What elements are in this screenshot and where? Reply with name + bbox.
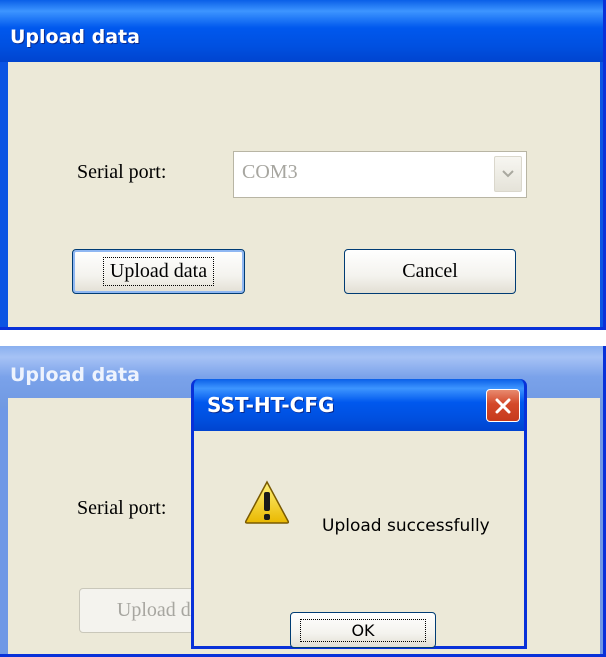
serial-port-select[interactable]: COM3	[233, 151, 527, 198]
title-bar[interactable]: Upload data	[0, 0, 603, 62]
upload-window: Upload data Serial port: COM3 Upload dat…	[0, 0, 606, 330]
message-box-body: Upload successfully OK	[194, 431, 524, 648]
close-button[interactable]	[486, 389, 520, 422]
serial-port-label: Serial port:	[77, 161, 167, 183]
message-box: SST-HT-CFG Upload successfully OK	[191, 379, 527, 649]
dropdown-arrow-button[interactable]	[494, 156, 522, 192]
upload-data-button[interactable]: Upload data	[72, 249, 245, 294]
close-icon	[495, 398, 511, 413]
chevron-down-icon	[502, 170, 514, 178]
ok-button[interactable]: OK	[290, 612, 436, 648]
window-title: Upload data	[10, 364, 140, 386]
upload-dialog-after: Upload data Serial port: Upload data SST…	[0, 346, 606, 657]
message-box-title-bar[interactable]: SST-HT-CFG	[194, 379, 524, 431]
cancel-button[interactable]: Cancel	[344, 249, 516, 294]
message-text: Upload successfully	[322, 516, 490, 536]
warning-icon	[244, 480, 290, 524]
upload-dialog-before: Upload data Serial port: COM3 Upload dat…	[0, 0, 606, 330]
serial-port-label: Serial port:	[77, 497, 167, 519]
serial-port-value: COM3	[242, 161, 298, 183]
window-title: Upload data	[10, 26, 140, 48]
message-box-title: SST-HT-CFG	[207, 393, 335, 417]
dialog-body: Serial port: COM3 Upload data Cancel	[8, 62, 600, 327]
upload-data-button-label: Upload data	[102, 257, 215, 286]
ok-button-label: OK	[300, 618, 426, 642]
cancel-button-label: Cancel	[402, 260, 458, 282]
